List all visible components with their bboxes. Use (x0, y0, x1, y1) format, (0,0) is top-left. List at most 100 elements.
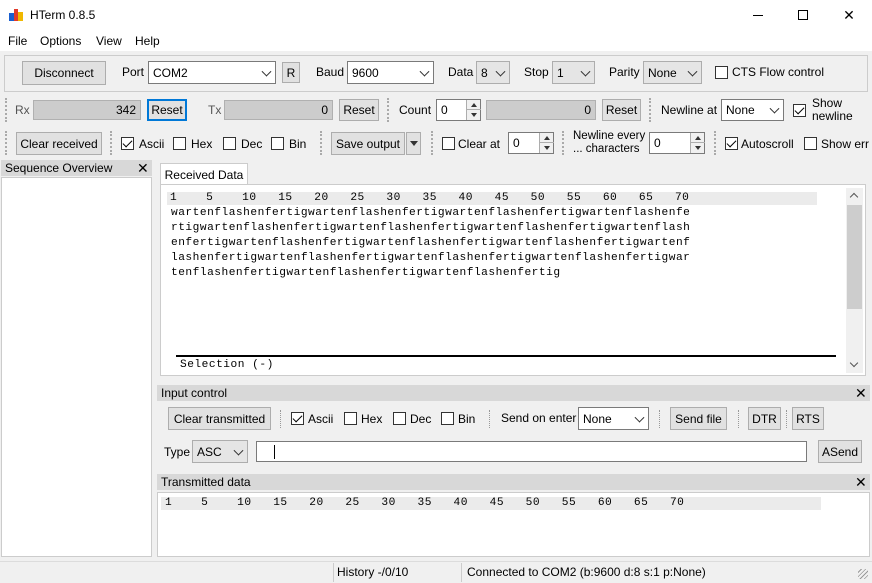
spinner-down-icon[interactable] (540, 143, 554, 153)
received-ruler-text: 1 5 10 15 20 25 30 35 40 45 50 55 60 65 … (170, 192, 690, 204)
toolbar-grip[interactable] (5, 98, 7, 122)
tx-label: Tx (208, 103, 222, 117)
receive-hex-checkbox[interactable] (173, 137, 186, 150)
newline-every-input[interactable]: 0 (649, 132, 705, 154)
scroll-up-icon[interactable] (849, 192, 859, 202)
maximize-button[interactable] (788, 4, 818, 26)
sequence-overview-title: Sequence Overview (5, 161, 113, 175)
menu-file[interactable]: File (8, 34, 27, 48)
minimize-button[interactable] (743, 4, 773, 26)
count-reset-button[interactable]: Reset (602, 99, 641, 121)
stop-label: Stop (524, 65, 549, 79)
window-title: HTerm 0.8.5 (30, 8, 96, 22)
parity-label: Parity (609, 65, 640, 79)
menu-options[interactable]: Options (40, 34, 81, 48)
port-select[interactable]: COM2 (148, 61, 276, 84)
newline-at-select[interactable]: None (721, 99, 784, 121)
input-hex-checkbox[interactable] (344, 412, 357, 425)
close-icon: ✕ (137, 160, 149, 176)
clear-at-checkbox[interactable] (442, 137, 455, 150)
spinner-up-icon[interactable] (691, 133, 705, 143)
input-dec-label: Dec (410, 412, 432, 426)
cts-flow-label: CTS Flow control (732, 65, 825, 79)
rx-reset-button[interactable]: Reset (147, 99, 187, 121)
parity-select[interactable]: None (643, 61, 702, 84)
toolbar-grip[interactable] (110, 131, 112, 155)
input-ascii-label: Ascii (308, 412, 334, 426)
count-input[interactable]: 0 (436, 99, 481, 121)
clear-at-spinner[interactable] (539, 133, 554, 153)
clear-received-button[interactable]: Clear received (16, 132, 102, 155)
save-output-dropdown[interactable] (406, 132, 421, 155)
sequence-overview-header: Sequence Overview (1, 160, 152, 176)
receive-bin-checkbox[interactable] (271, 137, 284, 150)
scroll-down-icon[interactable] (849, 358, 859, 368)
chevron-down-icon (769, 103, 780, 114)
refresh-ports-button[interactable]: R (282, 62, 300, 83)
close-input-control-button[interactable]: ✕ (855, 386, 867, 400)
show-err-checkbox[interactable] (804, 137, 817, 150)
received-line: rtigwartenflashenfertigwartenflashenfert… (171, 222, 691, 234)
show-newline-checkbox[interactable] (793, 104, 806, 117)
count-spinner[interactable] (466, 100, 481, 120)
asend-button[interactable]: ASend (818, 440, 862, 463)
received-data-tab[interactable]: Received Data (160, 163, 248, 185)
toolbar-grip[interactable] (431, 131, 433, 155)
newline-at-label: Newline at (661, 103, 718, 117)
dtr-button[interactable]: DTR (748, 407, 781, 430)
count-display: 0 (486, 100, 596, 120)
received-scrollbar[interactable] (846, 188, 863, 373)
menu-view[interactable]: View (96, 34, 122, 48)
receive-ascii-checkbox[interactable] (121, 137, 134, 150)
resize-grip-icon[interactable] (858, 569, 868, 579)
autoscroll-checkbox[interactable] (725, 137, 738, 150)
baud-select[interactable]: 9600 (347, 61, 434, 84)
selection-status: Selection (-) (180, 359, 274, 371)
close-window-button[interactable]: ✕ (834, 4, 864, 26)
chevron-down-icon (261, 66, 272, 77)
clear-at-input[interactable]: 0 (508, 132, 554, 154)
sequence-overview-panel[interactable] (1, 177, 152, 557)
receive-bin-label: Bin (289, 137, 307, 151)
input-dec-checkbox[interactable] (393, 412, 406, 425)
chevron-down-icon (687, 66, 698, 77)
data-bits-select[interactable]: 8 (476, 61, 510, 84)
send-input[interactable] (256, 441, 807, 462)
separator (786, 410, 787, 428)
tx-reset-button[interactable]: Reset (339, 99, 379, 121)
close-sequence-overview-button[interactable]: ✕ (137, 161, 149, 175)
type-select[interactable]: ASC (192, 440, 248, 463)
save-output-button[interactable]: Save output (331, 132, 405, 155)
spinner-up-icon[interactable] (467, 100, 481, 110)
count-label: Count (399, 103, 432, 117)
separator (489, 410, 490, 428)
cts-flow-checkbox[interactable] (715, 66, 728, 79)
close-transmitted-data-button[interactable]: ✕ (855, 475, 867, 489)
spinner-down-icon[interactable] (467, 110, 481, 120)
send-on-enter-select[interactable]: None (578, 407, 649, 430)
menu-help[interactable]: Help (135, 34, 160, 48)
disconnect-button[interactable]: Disconnect (22, 61, 106, 85)
spinner-down-icon[interactable] (691, 143, 705, 153)
toolbar-grip[interactable] (562, 131, 564, 155)
toolbar-grip[interactable] (320, 131, 322, 155)
send-on-enter-label: Send on enter (501, 411, 577, 425)
stop-bits-select[interactable]: 1 (552, 61, 595, 84)
scrollbar-thumb[interactable] (847, 205, 862, 309)
toolbar-grip[interactable] (387, 98, 389, 122)
chevron-down-icon (495, 66, 506, 77)
input-bin-checkbox[interactable] (441, 412, 454, 425)
input-ascii-checkbox[interactable] (291, 412, 304, 425)
transmitted-data-title: Transmitted data (161, 475, 251, 489)
clear-transmitted-button[interactable]: Clear transmitted (168, 407, 271, 430)
newline-every-spinner[interactable] (690, 133, 705, 153)
close-icon: ✕ (855, 474, 867, 490)
rts-button[interactable]: RTS (792, 407, 824, 430)
toolbar-grip[interactable] (649, 98, 651, 122)
input-control-header: Input control (157, 385, 870, 401)
receive-dec-checkbox[interactable] (223, 137, 236, 150)
spinner-up-icon[interactable] (540, 133, 554, 143)
toolbar-grip[interactable] (714, 131, 716, 155)
send-file-button[interactable]: Send file (670, 407, 727, 430)
toolbar-grip[interactable] (5, 131, 7, 155)
